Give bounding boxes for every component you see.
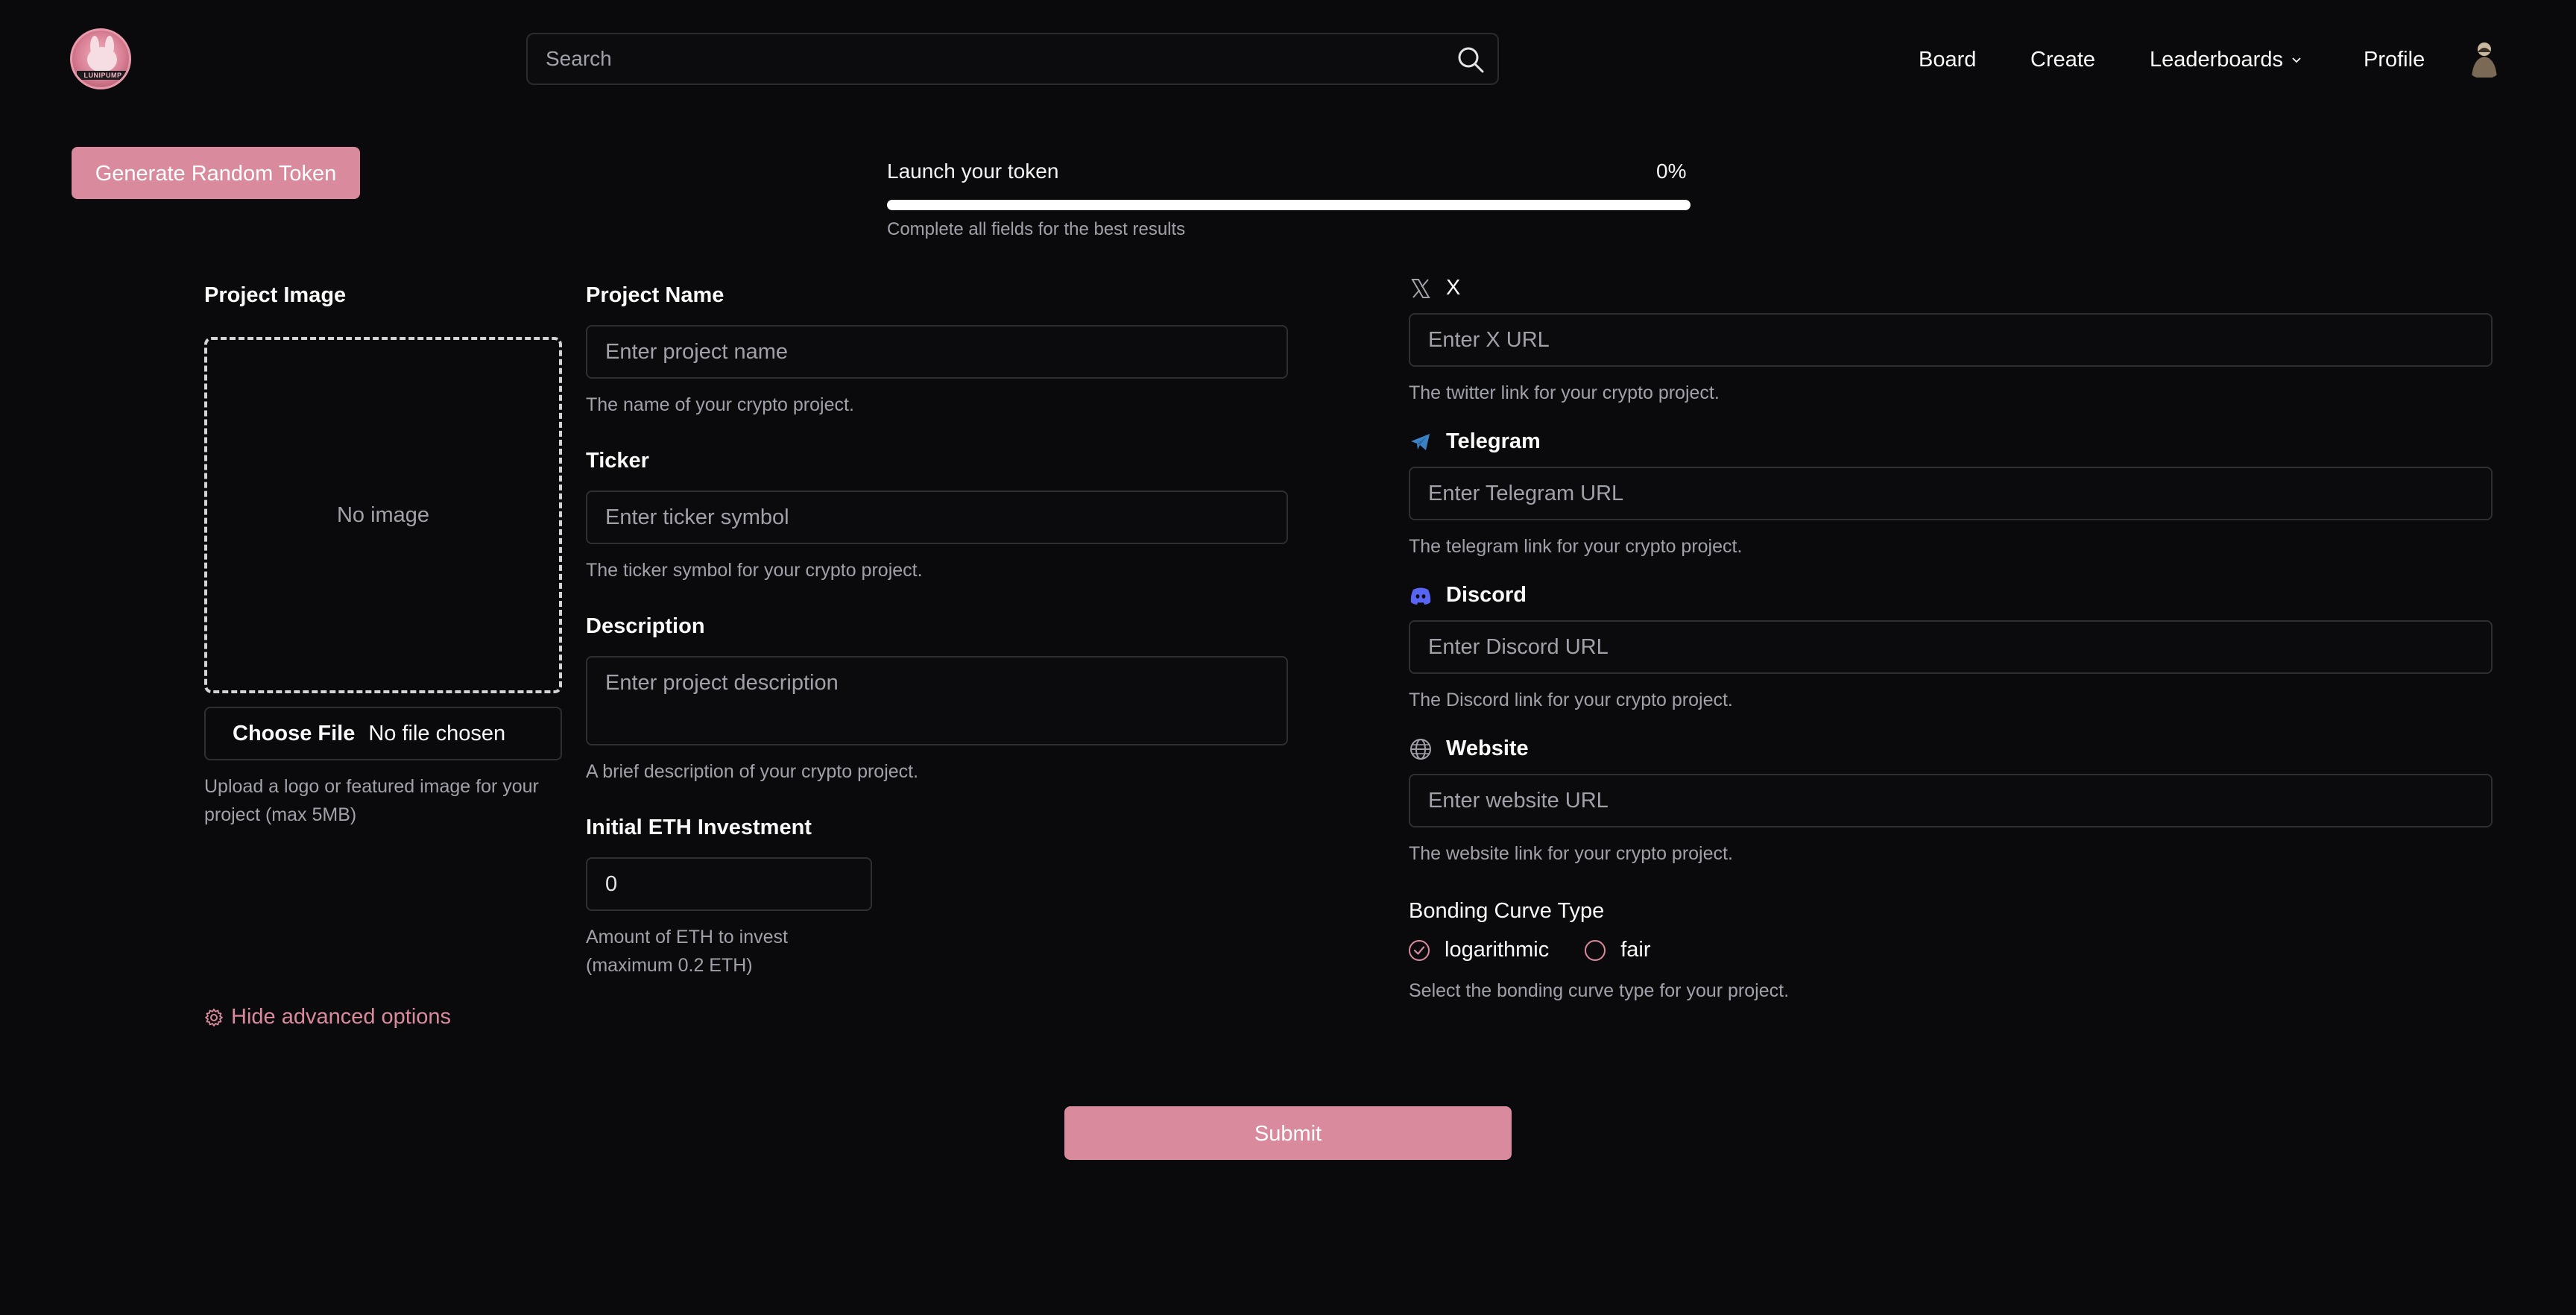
website-help: The website link for your crypto project… <box>1409 843 1733 864</box>
investment-input[interactable] <box>587 859 871 909</box>
project-name-field[interactable] <box>586 325 1288 379</box>
website-label: Website <box>1409 737 1529 761</box>
image-dropzone[interactable]: No image <box>204 337 562 693</box>
chevron-down-icon <box>2292 57 2301 63</box>
description-label: Description <box>586 614 705 638</box>
x-label-text: X <box>1446 276 1461 300</box>
radio-fair-label[interactable]: fair <box>1620 938 1650 962</box>
investment-label: Initial ETH Investment <box>586 816 812 839</box>
project-image-help: Upload a logo or featured image for your… <box>204 776 539 825</box>
x-url-input[interactable] <box>1410 315 2491 365</box>
discord-help: The Discord link for your crypto project… <box>1409 690 1733 710</box>
project-image-label: Project Image <box>204 283 347 307</box>
x-icon <box>1411 278 1430 298</box>
discord-url-input[interactable] <box>1410 622 2491 672</box>
discord-url-field[interactable] <box>1409 620 2493 674</box>
search-icon[interactable] <box>1456 45 1486 75</box>
project-name-input[interactable] <box>587 327 1287 377</box>
telegram-help: The telegram link for your crypto projec… <box>1409 536 1743 557</box>
choose-file-button[interactable]: Choose File <box>233 722 355 746</box>
progress-bar <box>887 200 1690 210</box>
check-icon <box>1413 945 1425 955</box>
avatar-image <box>2472 42 2497 78</box>
description-help: A brief description of your crypto proje… <box>586 761 919 782</box>
investment-help: Amount of ETH to invest (maximum 0.2 ETH… <box>586 927 788 976</box>
nav-leaderboards-label: Leaderboards <box>2150 48 2283 72</box>
discord-label-text: Discord <box>1446 583 1527 607</box>
radio-logarithmic-label[interactable]: logarithmic <box>1445 938 1549 962</box>
bonding-curve-options: logarithmic fair <box>1409 938 1651 962</box>
gear-icon <box>205 1008 223 1027</box>
website-url-field[interactable] <box>1409 774 2493 827</box>
website-label-text: Website <box>1446 737 1529 760</box>
ticker-label: Ticker <box>586 449 649 473</box>
hide-advanced-options-link[interactable]: Hide advanced options <box>204 1005 451 1029</box>
x-url-field[interactable] <box>1409 313 2493 367</box>
search-bar[interactable] <box>526 33 1499 85</box>
app-logo[interactable]: LUNIPUMP <box>70 28 131 89</box>
nav-create[interactable]: Create <box>2030 43 2095 76</box>
file-input[interactable]: Choose File No file chosen <box>204 707 562 760</box>
investment-field[interactable] <box>586 857 872 911</box>
telegram-url-input[interactable] <box>1410 468 2491 519</box>
file-status: No file chosen <box>368 721 506 745</box>
generate-random-token-button[interactable]: Generate Random Token <box>72 147 360 199</box>
description-field[interactable] <box>586 656 1288 745</box>
bonding-curve-help: Select the bonding curve type for your p… <box>1409 980 1790 1001</box>
project-name-help: The name of your crypto project. <box>586 394 854 415</box>
radio-fair[interactable] <box>1585 939 1606 961</box>
avatar[interactable] <box>2463 36 2506 79</box>
x-label: X <box>1409 276 1460 300</box>
no-image-text: No image <box>336 502 430 527</box>
search-input[interactable] <box>528 34 1497 83</box>
nav-profile[interactable]: Profile <box>2364 43 2425 76</box>
logo-text: LUNIPUMP <box>77 71 129 80</box>
x-help: The twitter link for your crypto project… <box>1409 382 1720 403</box>
telegram-icon <box>1411 433 1430 450</box>
bonding-curve-label: Bonding Curve Type <box>1409 899 1605 923</box>
nav-board[interactable]: Board <box>1919 43 1976 76</box>
ticker-field[interactable] <box>586 491 1288 544</box>
submit-button[interactable]: Submit <box>1064 1106 1512 1160</box>
hide-advanced-options-label: Hide advanced options <box>231 1005 452 1029</box>
telegram-label-text: Telegram <box>1446 429 1541 453</box>
logo-face <box>87 47 117 72</box>
ticker-input[interactable] <box>587 492 1287 543</box>
progress-help: Complete all fields for the best results <box>887 219 1186 239</box>
progress-title: Launch your token <box>887 160 1059 183</box>
website-url-input[interactable] <box>1410 775 2491 826</box>
ticker-help: The ticker symbol for your crypto projec… <box>586 560 923 581</box>
discord-icon <box>1410 587 1431 605</box>
discord-label: Discord <box>1409 583 1527 608</box>
radio-logarithmic[interactable] <box>1409 939 1430 961</box>
telegram-url-field[interactable] <box>1409 467 2493 520</box>
description-input[interactable] <box>587 658 1287 744</box>
progress-percent: 0% <box>1656 160 1687 183</box>
telegram-label: Telegram <box>1409 429 1541 454</box>
project-name-label: Project Name <box>586 283 724 307</box>
globe-icon <box>1410 738 1431 760</box>
nav-leaderboards[interactable]: Leaderboards <box>2150 43 2302 76</box>
